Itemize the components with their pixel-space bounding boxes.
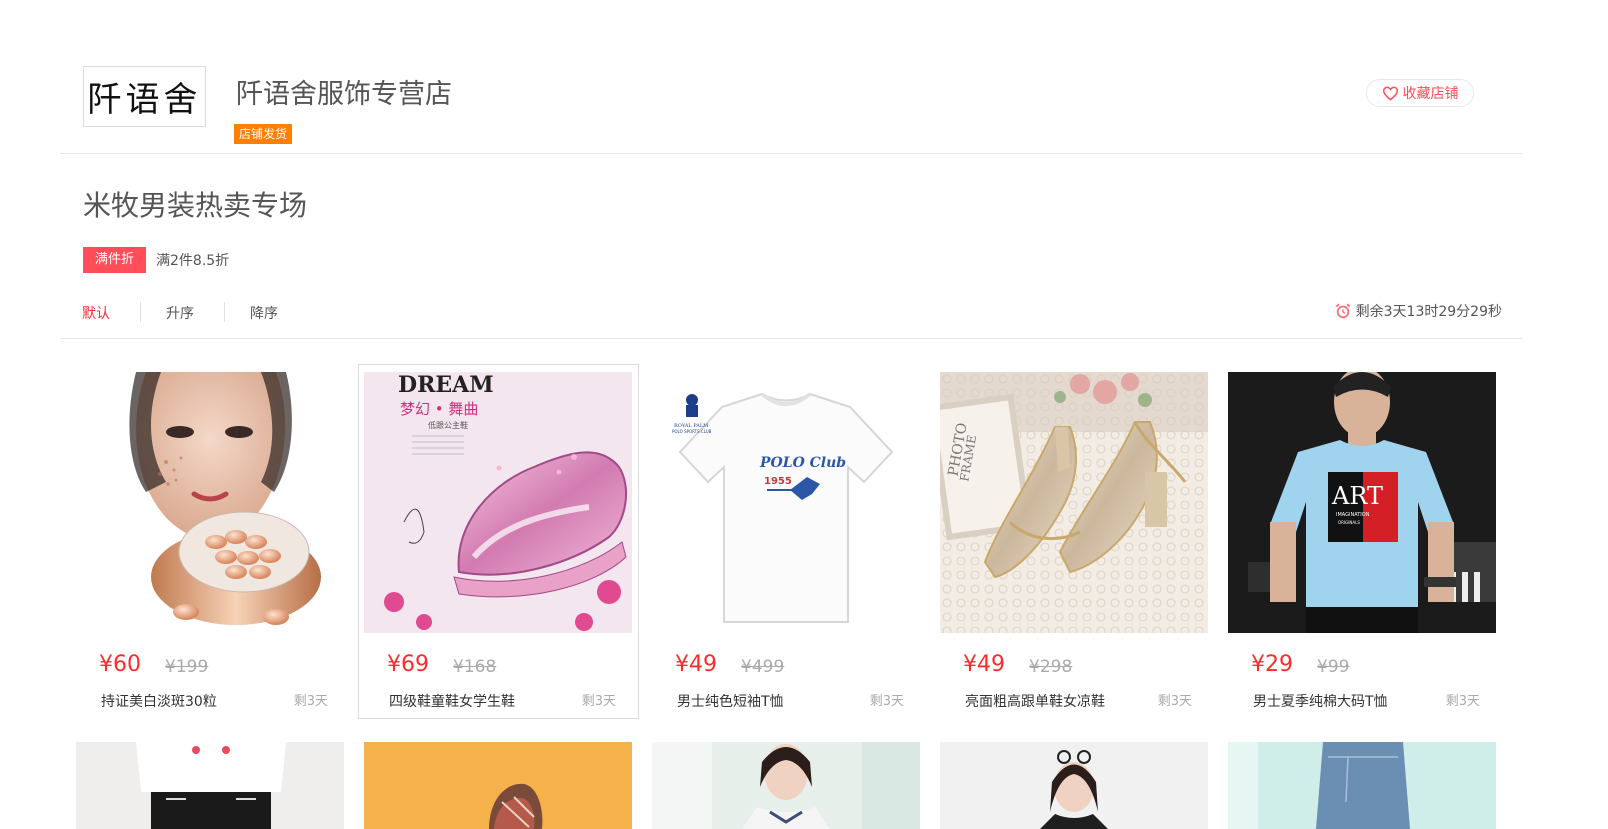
product-card[interactable]: ART IMAGINATION ORIGINALS ¥29 ¥99 男士夏季纯棉…: [1222, 364, 1503, 719]
product-card[interactable]: DREAM 梦幻 • 舞曲 低跟公主鞋 ¥69 ¥168 四级鞋童鞋女学生鞋 剩…: [358, 364, 639, 719]
product-price: ¥49: [963, 652, 1005, 677]
product-name[interactable]: 亮面粗高跟单鞋女凉鞋: [965, 691, 1105, 711]
shop-name[interactable]: 阡语舍服饰专营店: [236, 72, 452, 111]
product-original-price: ¥199: [165, 657, 209, 677]
sort-divider: [140, 302, 141, 322]
shop-logo-text: 阡语舍: [87, 80, 202, 120]
product-image-text: ORIGINALS: [1338, 520, 1360, 525]
product-image[interactable]: ROYAL PALM POLO SPORTS CLUB POLO Club 19…: [652, 372, 920, 633]
alarm-clock-icon: [1335, 303, 1350, 319]
product-original-price: ¥168: [453, 657, 497, 677]
product-remaining-time: 剩3天: [1157, 694, 1192, 709]
sort-default[interactable]: 默认: [82, 303, 110, 323]
product-price: ¥29: [1251, 652, 1293, 677]
product-image[interactable]: [652, 742, 920, 829]
product-image[interactable]: [76, 742, 344, 829]
product-remaining-time: 剩3天: [1445, 694, 1480, 709]
product-remaining-time: 剩3天: [581, 694, 616, 709]
product-image-text: IMAGINATION: [1336, 512, 1370, 518]
product-name[interactable]: 持证美白淡斑30粒: [101, 691, 217, 711]
product-card[interactable]: ROYAL PALM POLO SPORTS CLUB POLO Club 19…: [646, 364, 927, 719]
countdown: 剩余3天13时29分29秒: [1334, 301, 1502, 321]
sort-ascending[interactable]: 升序: [166, 303, 194, 323]
promo-rule: 满2件8.5折: [156, 253, 230, 269]
product-image[interactable]: ART IMAGINATION ORIGINALS: [1228, 372, 1496, 633]
product-price: ¥69: [387, 652, 429, 677]
product-image[interactable]: [364, 742, 632, 829]
product-original-price: ¥499: [741, 657, 785, 677]
page: 阡语舍 阡语舍服饰专营店 店铺发货 收藏店铺 米牧男装热卖专场 满件折 满2件8…: [0, 0, 1608, 829]
product-name[interactable]: 四级鞋童鞋女学生鞋: [389, 691, 515, 711]
heart-icon: [1382, 86, 1398, 101]
shop-header: 阡语舍 阡语舍服饰专营店 店铺发货 收藏店铺: [60, 50, 1522, 154]
ship-badge: 店铺发货: [234, 124, 293, 144]
product-image[interactable]: [76, 372, 344, 633]
product-card[interactable]: PHOTO FRAME ¥49 ¥298 亮面粗高跟单鞋女凉鞋 剩3天: [934, 364, 1215, 719]
product-price: ¥60: [99, 652, 141, 677]
favorite-shop-button[interactable]: 收藏店铺: [1366, 79, 1474, 107]
product-image[interactable]: PHOTO FRAME: [940, 372, 1208, 633]
product-image-text: ART: [1331, 482, 1383, 510]
promo-tag: 满件折: [83, 247, 147, 273]
product-original-price: ¥99: [1317, 657, 1350, 677]
product-image[interactable]: DREAM 梦幻 • 舞曲 低跟公主鞋: [364, 372, 632, 633]
product-image-text: POLO Club: [759, 455, 846, 471]
product-image-text: DREAM: [398, 372, 494, 398]
product-image-text: 梦幻 • 舞曲: [400, 400, 478, 418]
shop-logo[interactable]: 阡语舍: [83, 66, 206, 127]
product-image-text: 1955: [764, 476, 792, 487]
product-image[interactable]: [1228, 742, 1496, 829]
product-image-text: POLO SPORTS CLUB: [672, 429, 712, 434]
sort-divider: [224, 302, 225, 322]
product-price: ¥49: [675, 652, 717, 677]
favorite-shop-label: 收藏店铺: [1402, 86, 1459, 102]
sort-bar: 默认 升序 降序 剩余3天13时29分29秒: [60, 296, 1522, 339]
product-remaining-time: 剩3天: [869, 694, 904, 709]
sort-descending[interactable]: 降序: [250, 303, 278, 323]
product-card[interactable]: ¥60 ¥199 持证美白淡斑30粒 剩3天: [70, 364, 351, 719]
promo-title: 米牧男装热卖专场: [83, 189, 308, 222]
product-name[interactable]: 男士纯色短袖T恤: [677, 691, 784, 711]
product-remaining-time: 剩3天: [293, 694, 328, 709]
product-name[interactable]: 男士夏季纯棉大码T恤: [1253, 691, 1388, 711]
countdown-text: 剩余3天13时29分29秒: [1355, 304, 1502, 320]
product-image[interactable]: [940, 742, 1208, 829]
product-image-text: 低跟公主鞋: [428, 420, 468, 430]
product-original-price: ¥298: [1029, 657, 1073, 677]
